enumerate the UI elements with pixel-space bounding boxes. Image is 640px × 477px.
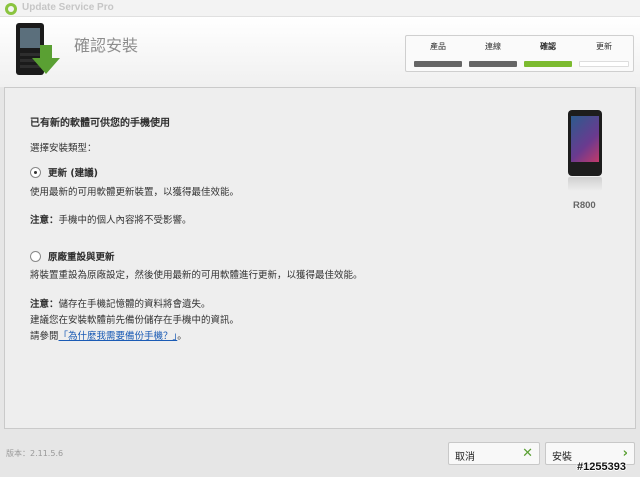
title-bar: Update Service Pro xyxy=(0,0,640,17)
app-logo-icon xyxy=(5,3,17,15)
page-title: 確認安裝 xyxy=(74,36,139,55)
header: 確認安裝 產品 連線 確認 更新 xyxy=(0,17,640,87)
device-image xyxy=(565,110,605,191)
option-reset-see: 請參閱「為什麼我需要備份手機？」。 xyxy=(30,331,187,342)
install-button-label: 安裝 xyxy=(552,452,572,463)
progress-steps: 產品 連線 確認 更新 xyxy=(405,35,634,72)
watermark: #1255393 xyxy=(577,461,626,473)
version-label: 版本：2.11.5.6 xyxy=(6,449,64,458)
app-title: Update Service Pro xyxy=(22,2,114,13)
option-update-label: 更新 (建議) xyxy=(48,168,99,179)
option-update-note: 注意：手機中的個人內容將不受影響。 xyxy=(30,215,192,226)
device-name: R800 xyxy=(573,200,596,211)
option-reset-description: 將裝置重設為原廠設定，然後使用最新的可用軟體進行更新，以獲得最佳效能。 xyxy=(30,270,363,281)
option-reset-advice: 建議您在安裝軟體前先備份儲存在手機中的資訊。 xyxy=(30,315,240,326)
install-type-label: 選擇安裝類型： xyxy=(30,143,97,154)
close-icon: ✕ xyxy=(522,446,533,461)
chevron-right-icon: › xyxy=(622,446,628,461)
option-update-description: 使用最新的可用軟體更新裝置，以獲得最佳效能。 xyxy=(30,187,240,198)
step-confirm: 確認 xyxy=(524,36,572,71)
cancel-button-label: 取消 xyxy=(455,452,475,463)
step-connect: 連線 xyxy=(469,36,517,71)
radio-update[interactable] xyxy=(30,167,41,178)
download-arrow-icon xyxy=(32,45,60,74)
backup-help-link[interactable]: 「為什麼我需要備份手機？」 xyxy=(59,331,178,342)
step-update: 更新 xyxy=(579,36,629,71)
main-panel: 已有新的軟體可供您的手機使用 選擇安裝類型： 更新 (建議) 使用最新的可用軟體… xyxy=(4,87,636,429)
radio-reset[interactable] xyxy=(30,251,41,262)
option-reset-label: 原廠重設與更新 xyxy=(48,252,115,263)
cancel-button[interactable]: 取消 ✕ xyxy=(448,442,540,465)
main-heading: 已有新的軟體可供您的手機使用 xyxy=(30,118,170,129)
option-update[interactable]: 更新 (建議) xyxy=(30,165,98,179)
step-product: 產品 xyxy=(414,36,462,71)
option-reset-note: 注意：儲存在手機記憶體的資料將會遺失。 xyxy=(30,299,211,310)
option-reset[interactable]: 原廠重設與更新 xyxy=(30,249,115,263)
